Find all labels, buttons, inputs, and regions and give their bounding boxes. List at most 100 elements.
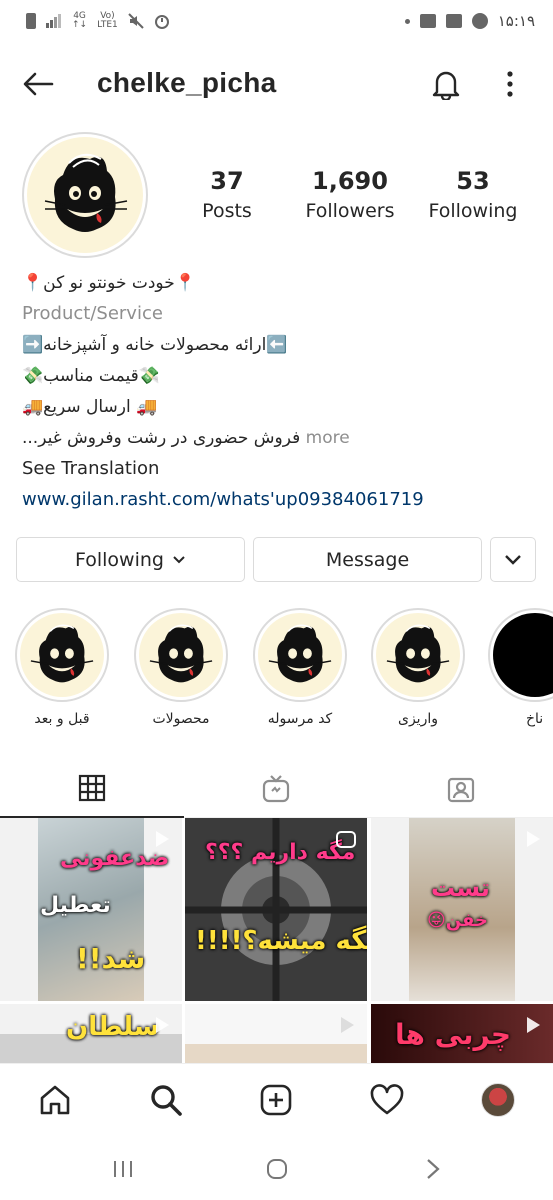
posts-label: Posts bbox=[202, 200, 252, 222]
bio-line-1: 📍خودت خونتو نو کن📍 bbox=[22, 273, 196, 293]
alarm-icon bbox=[154, 15, 169, 29]
message-icon bbox=[445, 14, 462, 28]
post-text: تست bbox=[431, 874, 490, 902]
highlight-item[interactable]: واریزی bbox=[369, 608, 467, 728]
reels-icon bbox=[156, 831, 169, 847]
see-translation-link[interactable]: See Translation bbox=[22, 454, 532, 485]
back-arrow-icon bbox=[23, 72, 54, 96]
recent-apps-button[interactable] bbox=[108, 1157, 138, 1181]
gallery-icon bbox=[419, 14, 436, 28]
cat-logo-icon bbox=[30, 624, 94, 683]
highlight-label: کد مرسوله bbox=[267, 711, 333, 727]
nav-home[interactable] bbox=[35, 1080, 75, 1120]
chevron-down-icon bbox=[505, 554, 521, 565]
highlight-cover bbox=[20, 613, 104, 697]
network-indicator: 4G ↑↓ bbox=[72, 11, 88, 30]
telegram-icon bbox=[471, 13, 488, 29]
home-button[interactable] bbox=[262, 1157, 292, 1181]
bio-line-3: 💸قیمت مناسب💸 bbox=[22, 366, 160, 386]
battery-icon bbox=[26, 13, 36, 29]
post-thumbnail[interactable]: سلطان bbox=[0, 1004, 182, 1063]
bio-line-4: 🚚 ارسال سریع🚚 bbox=[22, 397, 158, 417]
igtv-icon bbox=[262, 775, 290, 803]
notifications-button[interactable] bbox=[426, 66, 466, 102]
more-options-button[interactable] bbox=[494, 66, 526, 102]
android-back-button[interactable] bbox=[418, 1157, 448, 1181]
nav-profile[interactable] bbox=[478, 1080, 518, 1120]
profile-actions: Following Message bbox=[16, 537, 536, 583]
post-thumbnail[interactable]: تست خفن😜 bbox=[371, 818, 553, 1001]
signal-icon bbox=[46, 14, 61, 28]
back-button[interactable] bbox=[18, 66, 58, 102]
post-thumbnail[interactable]: مگه داریم ؟؟؟ مگه میشه؟!!!! bbox=[185, 818, 367, 1001]
highlight-item[interactable]: محصولات bbox=[132, 608, 230, 728]
reels-icon bbox=[341, 1017, 354, 1033]
reels-icon bbox=[527, 831, 540, 847]
cat-logo-icon bbox=[149, 624, 213, 683]
cat-logo-icon bbox=[386, 624, 450, 683]
bottom-navigation bbox=[0, 1063, 553, 1135]
highlight-cover bbox=[258, 613, 342, 697]
chevron-down-icon bbox=[173, 555, 185, 563]
bell-icon bbox=[432, 71, 460, 100]
highlight-ring bbox=[15, 608, 109, 702]
volte-indicator: Vo) LTE1 bbox=[97, 11, 118, 30]
profile-avatar[interactable] bbox=[22, 132, 148, 258]
suggested-accounts-button[interactable] bbox=[490, 537, 536, 582]
cat-logo-icon bbox=[44, 153, 128, 232]
recent-apps-icon bbox=[114, 1161, 132, 1177]
highlight-cover bbox=[493, 613, 553, 697]
post-thumbnail[interactable] bbox=[185, 1004, 367, 1063]
tab-igtv[interactable] bbox=[184, 760, 368, 818]
message-button-label: Message bbox=[325, 548, 410, 571]
story-highlights: قبل و بعد محصولات کد مرسوله واریزی ناخ bbox=[0, 608, 553, 738]
highlight-item[interactable]: کد مرسوله bbox=[251, 608, 349, 728]
profile-header: chelke_picha bbox=[0, 56, 553, 112]
highlight-item[interactable]: ناخ bbox=[488, 608, 553, 728]
profile-avatar bbox=[481, 1083, 515, 1117]
stat-followers[interactable]: 1,690 Followers bbox=[290, 166, 410, 226]
chevron-right-icon bbox=[427, 1159, 440, 1179]
post-thumbnail[interactable]: ضدعفونی تعطیل شد!! bbox=[0, 818, 182, 1001]
status-left: 4G ↑↓ Vo) LTE1 bbox=[26, 12, 170, 30]
cat-logo-icon bbox=[268, 624, 332, 683]
tab-tagged[interactable] bbox=[368, 760, 553, 818]
highlight-label: محصولات bbox=[152, 711, 210, 727]
nav-activity[interactable] bbox=[367, 1080, 407, 1120]
bio-category: Product/Service bbox=[22, 303, 163, 324]
status-time: ۱۵:۱۹ bbox=[497, 12, 535, 30]
post-image bbox=[185, 1044, 367, 1063]
stat-following[interactable]: 53 Following bbox=[413, 166, 533, 226]
reels-icon bbox=[336, 831, 356, 848]
tab-posts[interactable] bbox=[0, 760, 184, 818]
bio-website-link[interactable]: www.gilan.rasht.com/whats'up09384061719 bbox=[22, 485, 532, 516]
highlight-label: واریزی bbox=[398, 711, 438, 727]
cat-logo bbox=[27, 137, 143, 253]
activity-heart-icon bbox=[370, 1084, 404, 1115]
post-thumbnail[interactable]: چربی ها bbox=[371, 1004, 553, 1063]
nav-search[interactable] bbox=[146, 1080, 186, 1120]
stat-posts[interactable]: 37 Posts bbox=[167, 166, 287, 226]
nav-new-post[interactable] bbox=[256, 1080, 296, 1120]
following-button-label: Following bbox=[75, 548, 164, 571]
highlight-item[interactable]: قبل و بعد bbox=[13, 608, 111, 728]
mute-icon bbox=[128, 13, 144, 29]
post-text: سلطان bbox=[66, 1012, 160, 1042]
home-circle-icon bbox=[267, 1159, 287, 1179]
following-label: Following bbox=[428, 200, 518, 222]
bio-truncated-text: فروش حضوری در رشت وفروش غیر... bbox=[22, 428, 301, 448]
profile-tabs bbox=[0, 760, 553, 818]
following-button[interactable]: Following bbox=[16, 537, 245, 582]
bio-more-link[interactable]: more bbox=[300, 428, 350, 448]
followers-count: 1,690 bbox=[312, 167, 388, 195]
message-button[interactable]: Message bbox=[253, 537, 482, 582]
android-navigation-bar bbox=[0, 1135, 553, 1200]
status-bar: 4G ↑↓ Vo) LTE1 ۱۵:۱۹ bbox=[0, 0, 553, 42]
highlight-ring bbox=[253, 608, 347, 702]
post-text: تعطیل bbox=[40, 893, 111, 918]
following-count: 53 bbox=[456, 167, 490, 195]
post-text: مگه میشه؟!!!! bbox=[195, 926, 367, 956]
posts-grid: ضدعفونی تعطیل شد!! مگه داریم ؟؟؟ مگه میش… bbox=[0, 818, 553, 1063]
profile-username: chelke_picha bbox=[97, 67, 277, 98]
grid-icon bbox=[78, 774, 106, 802]
